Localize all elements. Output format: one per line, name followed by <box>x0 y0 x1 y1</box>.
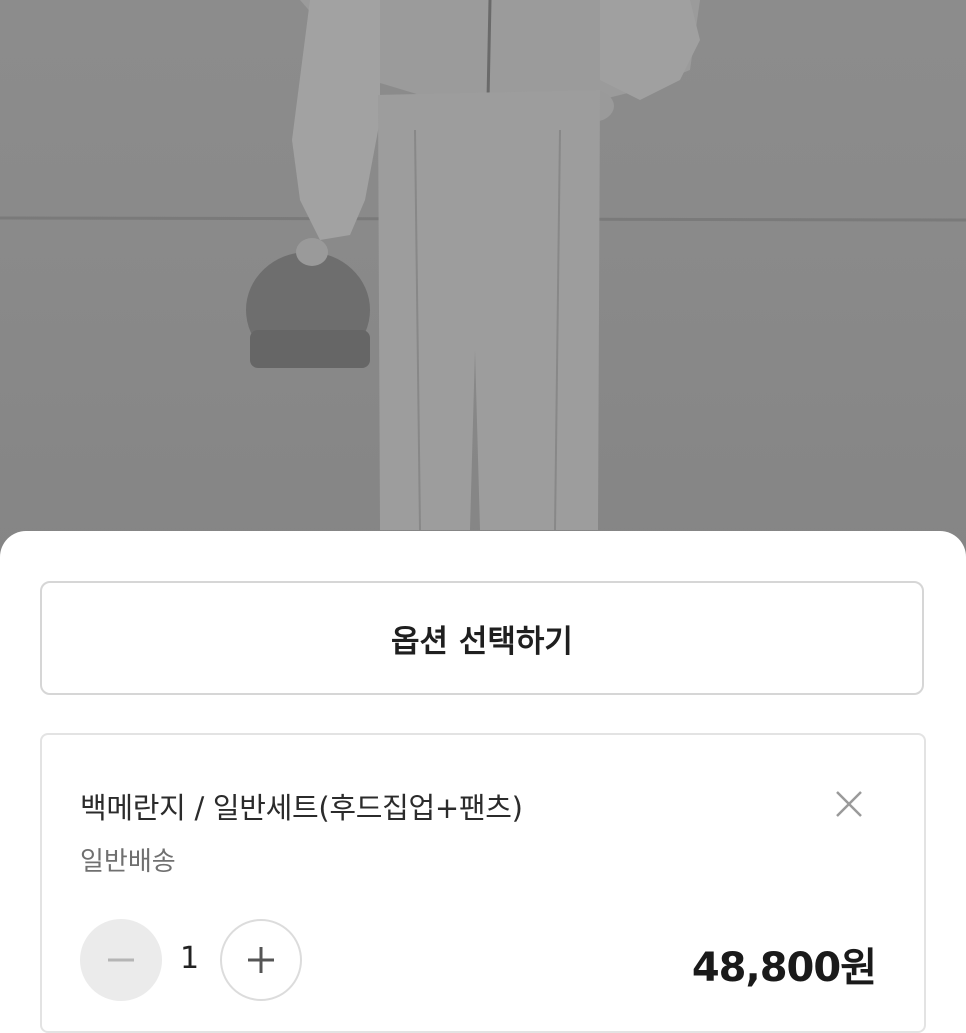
close-icon[interactable] <box>832 787 866 821</box>
shipping-type-label: 일반배송 <box>80 847 176 877</box>
item-option-name: 백메란지 / 일반세트(후드집업+팬츠) <box>80 791 523 825</box>
option-bottom-sheet: 옵션 선택하기 백메란지 / 일반세트(후드집업+팬츠) 일반배송 1 48,8… <box>0 531 966 1033</box>
quantity-value: 1 <box>180 941 200 976</box>
plus-icon <box>248 947 274 973</box>
quantity-decrease-button[interactable] <box>80 919 162 1001</box>
selected-option-card: 백메란지 / 일반세트(후드집업+팬츠) 일반배송 1 48,800원 <box>40 733 926 1033</box>
quantity-increase-button[interactable] <box>220 919 302 1001</box>
option-select-button[interactable]: 옵션 선택하기 <box>40 581 924 695</box>
item-price: 48,800원 <box>691 945 877 991</box>
minus-icon <box>108 958 134 962</box>
product-photo <box>0 0 966 560</box>
